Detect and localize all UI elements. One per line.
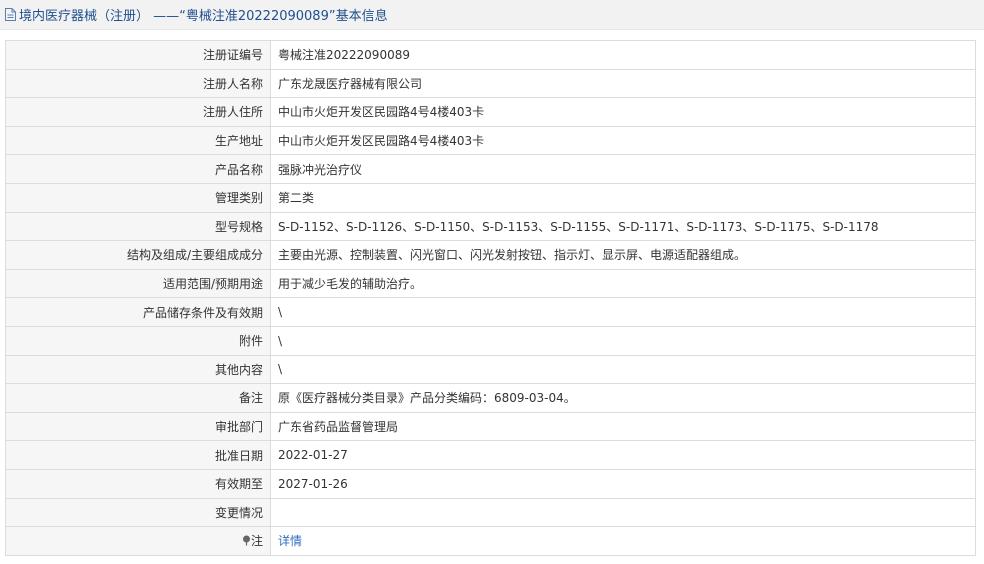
- row-label: 结构及组成/主要组成成分: [5, 240, 271, 270]
- row-label: 审批部门: [5, 411, 271, 442]
- details-link[interactable]: 详情: [278, 534, 302, 548]
- row-value: 2022-01-27: [270, 440, 976, 470]
- table-row: 备注 原《医疗器械分类目录》产品分类编码：6809-03-04。: [5, 383, 976, 413]
- row-value: 用于减少毛发的辅助治疗。: [270, 268, 976, 299]
- row-label: 管理类别: [5, 182, 271, 213]
- detail-table-wrapper: 注册证编号 粤械注准20222090089 注册人名称 广东龙晟医疗器械有限公司 注册人…: [5, 40, 976, 556]
- row-value: 中山市火炬开发区民园路4号4楼403卡: [270, 97, 976, 127]
- table-row: 产品储存条件及有效期 \: [5, 297, 976, 327]
- row-value: 主要由光源、控制装置、闪光窗口、闪光发射按钮、指示灯、显示屏、电源适配器组成。: [270, 240, 976, 270]
- table-row: 有效期至 2027-01-26: [5, 468, 976, 499]
- detail-table: 注册证编号 粤械注准20222090089 注册人名称 广东龙晟医疗器械有限公司 注册人…: [5, 40, 976, 556]
- row-label: 注: [5, 526, 271, 556]
- table-row: 审批部门 广东省药品监督管理局: [5, 411, 976, 442]
- row-value: \: [270, 354, 976, 385]
- row-value: 广东龙晟医疗器械有限公司: [270, 68, 976, 99]
- row-label: 产品名称: [5, 154, 271, 184]
- row-label: 适用范围/预期用途: [5, 268, 271, 299]
- row-value: 广东省药品监督管理局: [270, 411, 976, 442]
- row-value: S-D-1152、S-D-1126、S-D-1150、S-D-1153、S-D-…: [270, 211, 976, 242]
- table-row: 其他内容 \: [5, 354, 976, 385]
- row-value: 2027-01-26: [270, 468, 976, 499]
- row-label: 注册人住所: [5, 97, 271, 127]
- table-row: 结构及组成/主要组成成分 主要由光源、控制装置、闪光窗口、闪光发射按钮、指示灯、显…: [5, 240, 976, 270]
- row-label: 生产地址: [5, 125, 271, 156]
- pin-icon: [242, 535, 251, 546]
- table-row: 管理类别 第二类: [5, 182, 976, 213]
- row-value: 详情: [270, 526, 976, 556]
- row-value: 中山市火炬开发区民园路4号4楼403卡: [270, 125, 976, 156]
- row-value: [270, 497, 976, 528]
- row-value: 粤械注准20222090089: [270, 40, 976, 70]
- table-row: 注册证编号 粤械注准20222090089: [5, 40, 976, 70]
- row-value: 第二类: [270, 182, 976, 213]
- row-label: 注册证编号: [5, 40, 271, 70]
- row-label: 批准日期: [5, 440, 271, 470]
- table-row: 产品名称 强脉冲光治疗仪: [5, 154, 976, 184]
- table-row: 注册人名称 广东龙晟医疗器械有限公司: [5, 68, 976, 99]
- row-label: 有效期至: [5, 468, 271, 499]
- page-title: 境内医疗器械（注册） ——“粤械注准20222090089”基本信息: [19, 9, 388, 24]
- row-label: 备注: [5, 383, 271, 413]
- note-label: 注: [250, 534, 263, 549]
- row-value: \: [270, 325, 976, 356]
- page-header: 境内医疗器械（注册） ——“粤械注准20222090089”基本信息: [0, 0, 984, 30]
- table-row: 生产地址 中山市火炬开发区民园路4号4楼403卡: [5, 125, 976, 156]
- row-value: 强脉冲光治疗仪: [270, 154, 976, 184]
- row-label: 型号规格: [5, 211, 271, 242]
- row-label: 产品储存条件及有效期: [5, 297, 271, 327]
- row-value: 原《医疗器械分类目录》产品分类编码：6809-03-04。: [270, 383, 976, 413]
- table-row: 型号规格 S-D-1152、S-D-1126、S-D-1150、S-D-1153、…: [5, 211, 976, 242]
- row-label: 附件: [5, 325, 271, 356]
- table-row: 注册人住所 中山市火炬开发区民园路4号4楼403卡: [5, 97, 976, 127]
- table-row: 附件 \: [5, 325, 976, 356]
- table-row: 适用范围/预期用途 用于减少毛发的辅助治疗。: [5, 268, 976, 299]
- table-row: 变更情况: [5, 497, 976, 528]
- row-label: 变更情况: [5, 497, 271, 528]
- row-value: \: [270, 297, 976, 327]
- table-row-note: 注 详情: [5, 526, 976, 556]
- document-icon: [4, 7, 17, 22]
- table-row: 批准日期 2022-01-27: [5, 440, 976, 470]
- row-label: 注册人名称: [5, 68, 271, 99]
- row-label: 其他内容: [5, 354, 271, 385]
